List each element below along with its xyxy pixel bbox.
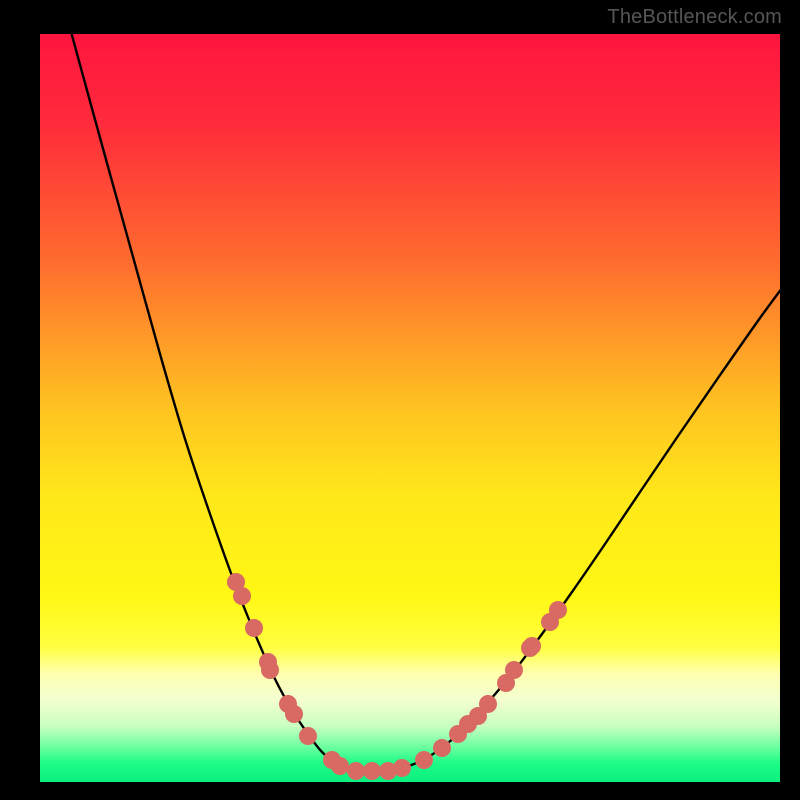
- data-marker: [331, 757, 349, 775]
- data-marker: [261, 661, 279, 679]
- data-marker: [523, 637, 541, 655]
- data-marker: [245, 619, 263, 637]
- chart-container: TheBottleneck.com: [0, 0, 800, 800]
- data-marker: [299, 727, 317, 745]
- data-marker: [347, 762, 365, 780]
- bottleneck-curve: [70, 34, 780, 771]
- data-marker: [549, 601, 567, 619]
- watermark-label: TheBottleneck.com: [607, 6, 782, 29]
- curve-layer: [40, 34, 780, 782]
- data-marker: [433, 739, 451, 757]
- data-marker: [233, 587, 251, 605]
- data-marker: [479, 695, 497, 713]
- plot-area: [40, 34, 780, 782]
- data-marker: [285, 705, 303, 723]
- data-marker: [415, 751, 433, 769]
- data-marker: [363, 762, 381, 780]
- data-marker: [393, 759, 411, 777]
- marker-group: [227, 573, 567, 780]
- data-marker: [505, 661, 523, 679]
